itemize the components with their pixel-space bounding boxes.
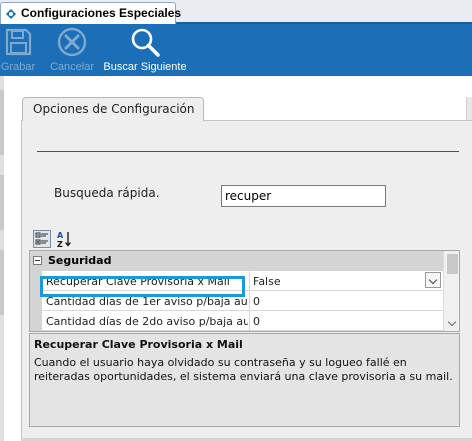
property-grid-scrollbar[interactable] [443,251,459,331]
property-grid-toolbar: A Z [29,227,460,250]
cancel-button[interactable]: Cancelar [46,24,98,76]
tab-configuration-options[interactable]: Opciones de Configuración [22,97,204,121]
property-name: Cantidad días de 1er aviso p/baja autor [46,295,248,308]
scrollbar-thumb[interactable] [447,254,458,274]
property-row[interactable]: Recuperar Clave Provisoria x Mail False [42,271,443,291]
svg-text:Z: Z [57,240,63,248]
document-tab-label: Configuraciones Especiales [21,6,182,20]
property-value[interactable]: False [249,271,443,290]
quick-search-label: Busqueda rápida. [54,186,160,200]
property-row[interactable]: Cantidad días de 1er aviso p/baja autor … [42,291,443,311]
collapse-icon[interactable] [33,256,42,265]
document-tab-strip: Configuraciones Especiales [0,0,472,24]
property-name: Recuperar Clave Provisoria x Mail [46,275,230,288]
cancel-button-label: Cancelar [49,61,95,73]
svg-text:A: A [57,231,64,240]
property-value-text: False [253,275,281,288]
left-splitter-mark [0,175,4,230]
find-next-button-label: Buscar Siguiente [103,61,187,73]
property-name: Cantidad días de 2do aviso p/baja autor [46,315,248,328]
property-value-text: 0 [253,295,260,308]
categorized-view-icon[interactable] [33,230,51,248]
help-title: Recuperar Clave Provisoria x Mail [34,338,243,351]
grid-left-margin [30,271,42,331]
find-next-button[interactable]: Buscar Siguiente [101,24,189,76]
property-grid: Seguridad Recuperar Clave Provisoria x M… [29,250,460,332]
main-toolbar: Grabar Cancelar Buscar Siguiente [0,24,472,76]
alphabetical-sort-icon[interactable]: A Z [55,230,73,248]
property-value-text: 0 [253,315,260,328]
category-label: Seguridad [48,254,112,267]
property-help-pane: Recuperar Clave Provisoria x Mail Cuando… [29,333,460,427]
save-icon [5,28,32,56]
tab-configuration-options-label: Opciones de Configuración [33,102,195,116]
category-seguridad[interactable]: Seguridad [30,251,443,271]
save-button-label: Grabar [0,61,36,73]
scroll-down-icon[interactable] [447,317,457,327]
section-divider [37,151,459,152]
document-tab[interactable]: Configuraciones Especiales [0,2,181,24]
help-description: Cuando el usuario haya olvidado su contr… [34,356,453,383]
quick-search-input[interactable] [221,185,386,207]
search-icon [131,28,160,57]
property-value[interactable]: 0 [249,311,443,330]
save-button[interactable]: Grabar [0,24,36,76]
chevron-down-icon[interactable] [425,272,441,288]
left-splitter-mark [0,250,4,315]
left-splitter-mark [0,90,4,155]
property-row[interactable]: Cantidad días de 2do aviso p/baja autor … [42,311,443,331]
settings-tab-icon [6,9,16,19]
cancel-icon [57,27,87,57]
property-value[interactable]: 0 [249,291,443,310]
